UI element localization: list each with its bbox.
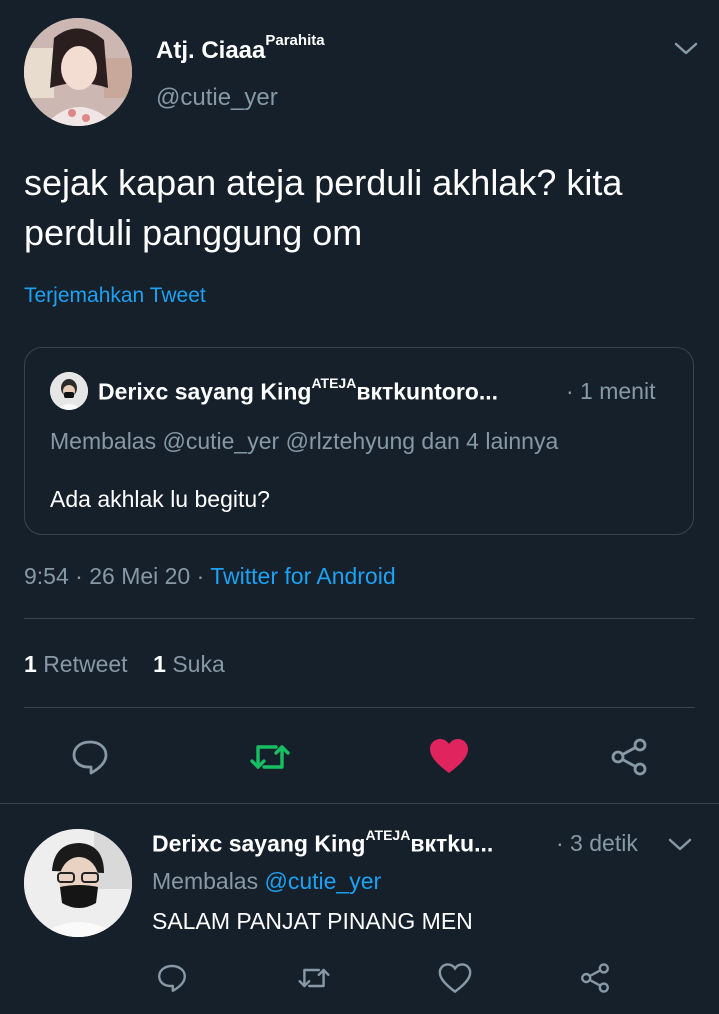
reply-author-name-prefix: Derixc sayang King	[152, 830, 366, 857]
share-icon[interactable]	[578, 962, 612, 999]
retweet-icon[interactable]	[248, 737, 292, 782]
chevron-down-icon[interactable]	[673, 38, 699, 58]
reply-replying-to: Membalas @cutie_yer	[152, 868, 381, 895]
reply-author-name-superscript: ATEJA	[365, 827, 411, 843]
author-avatar[interactable]	[24, 18, 132, 126]
reply-replying-handle[interactable]: @cutie_yer	[265, 868, 382, 894]
retweet-icon[interactable]	[296, 962, 332, 999]
like-stat[interactable]: 1 Suka	[153, 651, 225, 677]
author-name-superscript: Parahita	[265, 32, 325, 49]
section-divider	[0, 803, 719, 804]
reply-author-name-suffix: вктku...	[410, 830, 494, 857]
tweet-date: 26 Mei 20	[89, 563, 191, 589]
retweet-label: Retweet	[43, 651, 128, 677]
meta-separator: ·	[190, 563, 211, 589]
divider	[24, 707, 695, 708]
meta-separator: ·	[68, 563, 90, 589]
reply-icon[interactable]	[156, 962, 188, 999]
chevron-down-icon[interactable]	[667, 834, 693, 859]
quote-author-name: Derixc sayang KingATEJAвктkuntoro...	[98, 375, 499, 406]
reply-timestamp: · 3 detik	[556, 830, 638, 856]
quote-author-name-superscript: ATEJA	[311, 375, 357, 391]
divider	[24, 618, 695, 619]
reply-replying-prefix: Membalas	[152, 868, 259, 894]
translate-tweet-link[interactable]: Terjemahkan Tweet	[24, 284, 206, 308]
tweet-text: sejak kapan ateja perduli akhlak? kita p…	[24, 162, 623, 253]
retweet-stat[interactable]: 1 Retweet	[24, 651, 128, 677]
quote-replying-to: Membalas @cutie_yer @rlztehyung dan 4 la…	[50, 428, 558, 455]
quote-author-name-prefix: Derixc sayang King	[98, 378, 312, 405]
reply-text: SALAM PANJAT PINANG MEN	[152, 908, 473, 934]
quote-author-name-suffix: вктkuntoro...	[356, 378, 499, 405]
quote-text: Ada akhlak lu begitu?	[50, 486, 270, 512]
author-handle[interactable]: @cutie_yer	[156, 84, 278, 112]
quote-timestamp: · 1 menit	[566, 378, 656, 404]
retweet-count: 1	[24, 651, 37, 677]
tweet-stats: 1 Retweet 1 Suka	[24, 651, 225, 678]
quote-replying-prefix: Membalas	[50, 428, 157, 454]
reply-author-avatar[interactable]	[24, 829, 132, 937]
like-count: 1	[153, 651, 166, 677]
author-name[interactable]: Atj. CiaaaParahita	[156, 32, 325, 65]
quote-replying-handles: @cutie_yer @rlztehyung dan 4 lainnya	[162, 428, 559, 454]
tweet-time: 9:54	[24, 563, 69, 589]
heart-icon[interactable]	[438, 962, 472, 999]
like-label: Suka	[172, 651, 225, 677]
share-icon[interactable]	[608, 737, 650, 782]
tweet-meta: 9:54 · 26 Mei 20 · Twitter for Android	[24, 563, 396, 590]
reply-author-name[interactable]: Derixc sayang KingATEJAвктku...	[152, 827, 494, 858]
quote-author-avatar	[50, 372, 88, 410]
reply-icon[interactable]	[70, 737, 110, 782]
heart-icon[interactable]	[428, 736, 470, 781]
tweet-source-link[interactable]: Twitter for Android	[210, 563, 395, 589]
author-name-text: Atj. Ciaaa	[156, 37, 266, 64]
